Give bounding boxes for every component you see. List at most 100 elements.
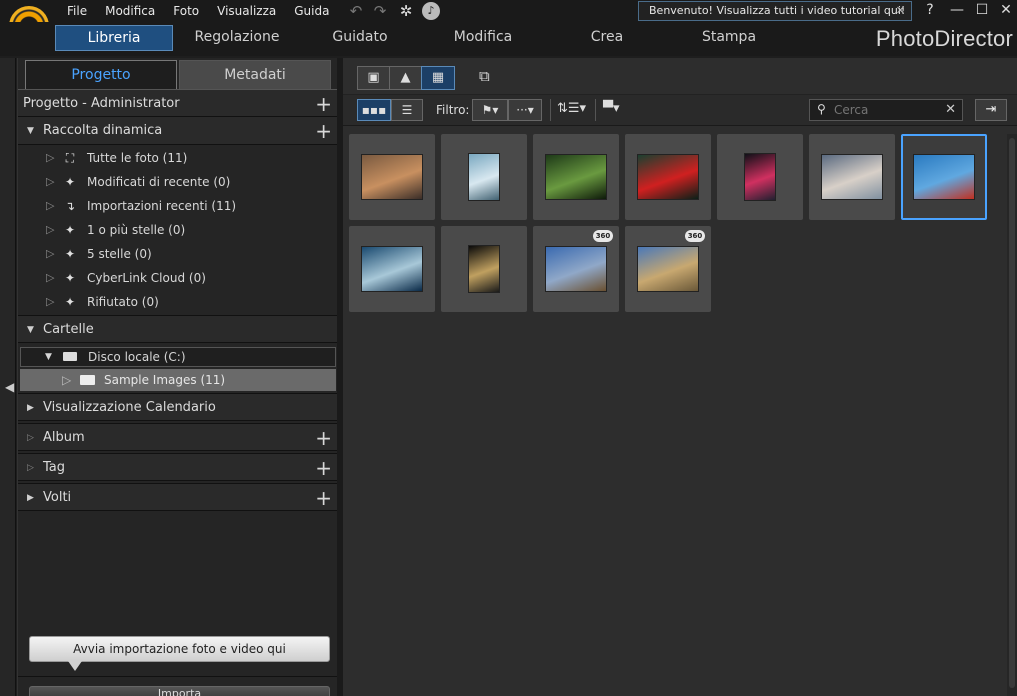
photo-thumbnail[interactable] (533, 134, 619, 220)
expand-caret-icon[interactable]: ▶ (27, 484, 39, 512)
smart-item[interactable]: ▷ ↴ Importazioni recenti (11) (18, 194, 338, 218)
viewer-mode-icon[interactable]: ▣ (358, 67, 390, 89)
search-box[interactable]: ⚲ ✕ (809, 99, 963, 121)
thumbnail-view-icon[interactable]: ▪▪▪ (357, 99, 391, 121)
minimize-icon[interactable]: — (945, 1, 969, 21)
menu-foto[interactable]: Foto (164, 3, 208, 19)
photo-thumbnail[interactable] (441, 134, 527, 220)
add-album-icon[interactable]: + (315, 424, 332, 452)
add-project-icon[interactable]: + (315, 90, 332, 118)
smart-collection-header[interactable]: ▼ Raccolta dinamica + (18, 117, 338, 145)
calendar-view-header[interactable]: ▶ Visualizzazione Calendario (18, 393, 338, 421)
title-bar: File Modifica Foto Visualizza Guida ↶ ↷ … (0, 0, 1017, 46)
expand-caret-icon[interactable]: ▼ (27, 316, 39, 344)
smart-item[interactable]: ▷ ✦ Rifiutato (0) (18, 290, 338, 314)
close-icon[interactable]: ✕ (896, 2, 905, 20)
welcome-banner[interactable]: Benvenuto! Visualizza tutti i video tuto… (638, 1, 912, 21)
chevron-right-icon[interactable]: ▷ (46, 146, 54, 170)
photo-thumbnail[interactable] (809, 134, 895, 220)
welcome-banner-text[interactable]: Benvenuto! Visualizza tutti i video tuto… (649, 4, 905, 17)
smart-item[interactable]: ▷ ✦ 1 o più stelle (0) (18, 218, 338, 242)
sort-icon[interactable]: ⇅☰▾ (557, 101, 589, 116)
notification-bell-icon[interactable]: ♪ (422, 2, 440, 20)
expand-caret-icon[interactable]: ▼ (27, 117, 39, 145)
clear-search-icon[interactable]: ✕ (945, 100, 956, 120)
tab-regolazione[interactable]: Regolazione (183, 25, 291, 51)
hierarchy-icon: ⛶ (65, 151, 75, 165)
stack-icon[interactable]: ▀▾ (603, 101, 631, 116)
photo-thumbnail[interactable] (441, 226, 527, 312)
help-button[interactable]: ? (918, 1, 942, 21)
settings-gear-icon[interactable]: ✲ (397, 2, 415, 20)
menu-file[interactable]: File (58, 3, 96, 19)
add-tag-icon[interactable]: + (315, 454, 332, 482)
tag-header[interactable]: ▷ Tag + (18, 453, 338, 481)
chevron-right-icon[interactable]: ▷ (46, 218, 54, 242)
expand-caret-icon[interactable]: ▷ (27, 454, 39, 482)
expand-caret-icon[interactable]: ▶ (27, 394, 39, 422)
menu-guida[interactable]: Guida (285, 3, 338, 19)
tab-guidato[interactable]: Guidato (315, 25, 405, 51)
chevron-right-icon[interactable]: ▷ (46, 290, 54, 314)
photo-thumbnail[interactable]: 360 (533, 226, 619, 312)
export-icon[interactable]: ⇥ (975, 99, 1007, 121)
tab-crea[interactable]: Crea (562, 25, 652, 51)
scrollbar-thumb[interactable] (1009, 138, 1015, 688)
tab-progetto[interactable]: Progetto (25, 60, 177, 90)
more-filter-icon[interactable]: ···▾ (508, 99, 542, 121)
tab-modifica[interactable]: Modifica (438, 25, 528, 51)
chevron-right-icon[interactable]: ▷ (46, 194, 54, 218)
second-display-icon[interactable]: ⧉ (479, 67, 501, 85)
redo-icon[interactable]: ↷ (371, 2, 389, 20)
chevron-right-icon[interactable]: ▷ (62, 369, 71, 391)
photo-image (637, 154, 699, 200)
photo-image (468, 245, 500, 293)
smart-item[interactable]: ▷ ✦ 5 stelle (0) (18, 242, 338, 266)
list-view-icon[interactable]: ☰ (391, 99, 423, 121)
view-mode-group: ▣ ▲ ▦ (357, 66, 455, 90)
chevron-right-icon[interactable]: ▷ (46, 170, 54, 194)
album-header[interactable]: ▷ Album + (18, 423, 338, 451)
import-button[interactable]: Importa (29, 686, 330, 696)
filter-label: Filtro: (436, 103, 470, 117)
flag-filter-icon[interactable]: ⚑▾ (472, 99, 508, 121)
photo-thumbnail[interactable] (717, 134, 803, 220)
tab-stampa[interactable]: Stampa (684, 25, 774, 51)
single-view-icon[interactable]: ▲ (390, 67, 422, 89)
module-nav: Libreria Regolazione Guidato Modifica Cr… (0, 22, 1017, 56)
menu-visualizza[interactable]: Visualizza (208, 3, 285, 19)
add-face-icon[interactable]: + (315, 484, 332, 512)
smart-item[interactable]: ▷ ✦ Modificati di recente (0) (18, 170, 338, 194)
grid-view-icon[interactable]: ▦ (421, 66, 455, 90)
tab-libreria[interactable]: Libreria (55, 25, 173, 51)
panel-collapse-strip[interactable]: ◀ (0, 58, 16, 696)
photo-thumbnail[interactable]: 360 (625, 226, 711, 312)
import-arrow-icon: ↴ (64, 199, 76, 213)
drive-item[interactable]: ▼ Disco locale (C:) (20, 347, 336, 367)
search-input[interactable] (834, 102, 944, 118)
maximize-icon[interactable]: ☐ (970, 1, 994, 21)
add-smart-collection-icon[interactable]: + (315, 117, 332, 145)
faces-header[interactable]: ▶ Volti + (18, 483, 338, 511)
collapse-arrow-icon[interactable]: ◀ (5, 380, 14, 394)
window-close-icon[interactable]: ✕ (994, 1, 1017, 21)
browser-toolbar: ▪▪▪ ☰ Filtro: ⚑▾ ···▾ ⇅☰▾ ▀▾ ⚲ ✕ ⇥ (343, 94, 1017, 126)
chevron-right-icon[interactable]: ▷ (46, 242, 54, 266)
smart-item[interactable]: ▷ ⛶ Tutte le foto (11) (18, 146, 338, 170)
chevron-right-icon[interactable]: ▷ (46, 266, 54, 290)
expand-caret-icon[interactable]: ▷ (27, 424, 39, 452)
grid-scrollbar[interactable] (1007, 134, 1017, 696)
expand-caret-icon[interactable]: ▼ (45, 348, 52, 366)
folders-header[interactable]: ▼ Cartelle (18, 315, 338, 343)
smart-item[interactable]: ▷ ✦ CyberLink Cloud (0) (18, 266, 338, 290)
undo-icon[interactable]: ↶ (347, 2, 365, 20)
photo-thumbnail[interactable] (901, 134, 987, 220)
tag-label: Tag (43, 460, 66, 475)
menu-modifica[interactable]: Modifica (96, 3, 164, 19)
smart-item-label: CyberLink Cloud (0) (87, 271, 206, 285)
folder-item[interactable]: ▷ Sample Images (11) (20, 369, 336, 391)
photo-thumbnail[interactable] (625, 134, 711, 220)
photo-thumbnail[interactable] (349, 226, 435, 312)
tab-metadati[interactable]: Metadati (179, 60, 331, 90)
photo-thumbnail[interactable] (349, 134, 435, 220)
